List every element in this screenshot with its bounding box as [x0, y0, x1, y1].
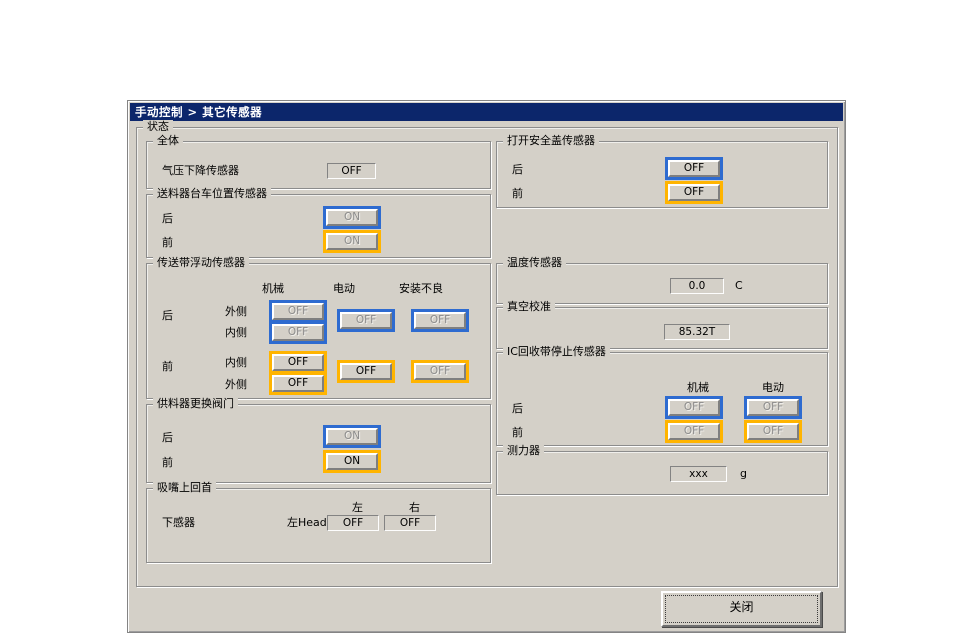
close-button[interactable]: 关闭	[661, 591, 822, 627]
force-gauge-value: xxx	[670, 466, 727, 482]
group-conveyor-float-title: 传送带浮动传感器	[153, 256, 249, 270]
conveyor-front-elec-button[interactable]: OFF	[340, 363, 392, 380]
group-ic-tape: IC回收带停止传感器 机械 电动 后 OFF OFF 前 OFF OFF	[496, 345, 828, 446]
conveyor-rear-mech-outer-button: OFF	[272, 303, 324, 320]
vacuum-value: 85.32T	[664, 324, 730, 340]
inner-label: 内侧	[225, 326, 247, 339]
feeder-cart-front-button: ON	[326, 233, 378, 250]
manual-control-dialog: 手动控制 > 其它传感器 状态 全体 气压下降传感器 OFF 送料器台车位置传感…	[127, 100, 846, 633]
group-vacuum: 真空校准 85.32T	[496, 300, 828, 349]
safety-cover-front-button[interactable]: OFF	[668, 184, 720, 201]
ic-rear-elec-button: OFF	[747, 399, 799, 416]
group-feeder-cart-title: 送料器台车位置传感器	[153, 187, 271, 201]
ic-front-elec-button: OFF	[747, 423, 799, 440]
feeder-cart-rear-button: ON	[326, 209, 378, 226]
col-electric-header: 电动	[762, 381, 784, 394]
rear-label: 后	[162, 309, 173, 322]
outer-label: 外侧	[225, 305, 247, 318]
group-temperature-title: 温度传感器	[503, 256, 566, 270]
ic-rear-mech-highlight: OFF	[665, 396, 723, 419]
air-pressure-drop-label: 气压下降传感器	[162, 164, 239, 177]
feeder-valve-rear-highlight: ON	[323, 425, 381, 448]
rear-label: 后	[512, 163, 523, 176]
temperature-unit: C	[735, 279, 743, 292]
col-install-fault-header: 安装不良	[399, 282, 443, 295]
col-left-header: 左	[352, 501, 363, 514]
title-bar: 手动控制 > 其它传感器	[130, 103, 843, 121]
conveyor-rear-elec-highlight: OFF	[337, 309, 395, 332]
nozzle-left-value: OFF	[327, 515, 379, 531]
nozzle-right-value: OFF	[384, 515, 436, 531]
conveyor-rear-fault-button: OFF	[414, 312, 466, 329]
col-electric-header: 电动	[333, 282, 355, 295]
front-label: 前	[162, 360, 173, 373]
front-label: 前	[162, 456, 173, 469]
group-nozzle: 吸嘴上回首 左 右 下感器 左Head OFF OFF	[146, 481, 491, 563]
conveyor-front-elec-highlight: OFF	[337, 360, 395, 383]
conveyor-front-fault-button: OFF	[414, 363, 466, 380]
safety-cover-rear-highlight: OFF	[665, 157, 723, 180]
group-force-gauge: 测力器 xxx g	[496, 444, 828, 495]
feeder-valve-front-button[interactable]: ON	[326, 453, 378, 470]
feeder-valve-rear-button: ON	[326, 428, 378, 445]
conveyor-front-mech-highlight: OFF OFF	[269, 351, 327, 395]
conveyor-rear-fault-highlight: OFF	[411, 309, 469, 332]
group-feeder-cart: 送料器台车位置传感器 后 ON 前 ON	[146, 187, 491, 258]
group-force-gauge-title: 测力器	[503, 444, 544, 458]
safety-cover-front-highlight: OFF	[665, 181, 723, 204]
front-label: 前	[162, 236, 173, 249]
conveyor-rear-elec-button: OFF	[340, 312, 392, 329]
conveyor-rear-mech-inner-button: OFF	[272, 324, 324, 341]
feeder-cart-rear-highlight: ON	[323, 206, 381, 229]
inner-label: 内侧	[225, 356, 247, 369]
outer-label: 外侧	[225, 378, 247, 391]
feeder-cart-front-highlight: ON	[323, 230, 381, 253]
page-background: { "colors":{ "titlebar":"#0c266b", "rear…	[0, 0, 970, 638]
front-label: 前	[512, 426, 523, 439]
ic-front-mech-highlight: OFF	[665, 420, 723, 443]
ic-rear-mech-button: OFF	[668, 399, 720, 416]
group-safety-cover-title: 打开安全盖传感器	[503, 134, 599, 148]
group-conveyor-float: 传送带浮动传感器 机械 电动 安装不良 后 外侧 内侧 OFF OFF OFF …	[146, 256, 491, 399]
group-ic-tape-title: IC回收带停止传感器	[503, 345, 610, 359]
group-overall-title: 全体	[153, 134, 183, 148]
front-label: 前	[512, 187, 523, 200]
rear-label: 后	[162, 431, 173, 444]
group-vacuum-title: 真空校准	[503, 300, 555, 314]
group-overall: 全体 气压下降传感器 OFF	[146, 134, 491, 189]
conveyor-rear-mech-highlight: OFF OFF	[269, 300, 327, 344]
air-pressure-drop-value: OFF	[327, 163, 376, 179]
conveyor-front-mech-inner-button[interactable]: OFF	[272, 354, 324, 371]
force-gauge-unit: g	[740, 467, 747, 480]
group-feeder-valve-title: 供料器更换阀门	[153, 397, 238, 411]
rear-label: 后	[162, 212, 173, 225]
ic-rear-elec-highlight: OFF	[744, 396, 802, 419]
conveyor-front-mech-outer-button[interactable]: OFF	[272, 375, 324, 392]
rear-label: 后	[512, 402, 523, 415]
group-nozzle-title: 吸嘴上回首	[153, 481, 216, 495]
group-safety-cover: 打开安全盖传感器 后 OFF 前 OFF	[496, 134, 828, 208]
left-head-label: 左Head	[287, 516, 327, 529]
safety-cover-rear-button[interactable]: OFF	[668, 160, 720, 177]
col-mechanical-header: 机械	[262, 282, 284, 295]
conveyor-front-fault-highlight: OFF	[411, 360, 469, 383]
group-feeder-valve: 供料器更换阀门 后 ON 前 ON	[146, 397, 491, 483]
status-groupbox-label: 状态	[143, 120, 173, 134]
lower-sensor-label: 下感器	[162, 516, 195, 529]
group-temperature: 温度传感器 0.0 C	[496, 256, 828, 304]
col-right-header: 右	[409, 501, 420, 514]
ic-front-elec-highlight: OFF	[744, 420, 802, 443]
temperature-value: 0.0	[670, 278, 724, 294]
col-mechanical-header: 机械	[687, 381, 709, 394]
feeder-valve-front-highlight: ON	[323, 450, 381, 473]
ic-front-mech-button: OFF	[668, 423, 720, 440]
dialog-title: 手动控制 > 其它传感器	[135, 105, 263, 119]
